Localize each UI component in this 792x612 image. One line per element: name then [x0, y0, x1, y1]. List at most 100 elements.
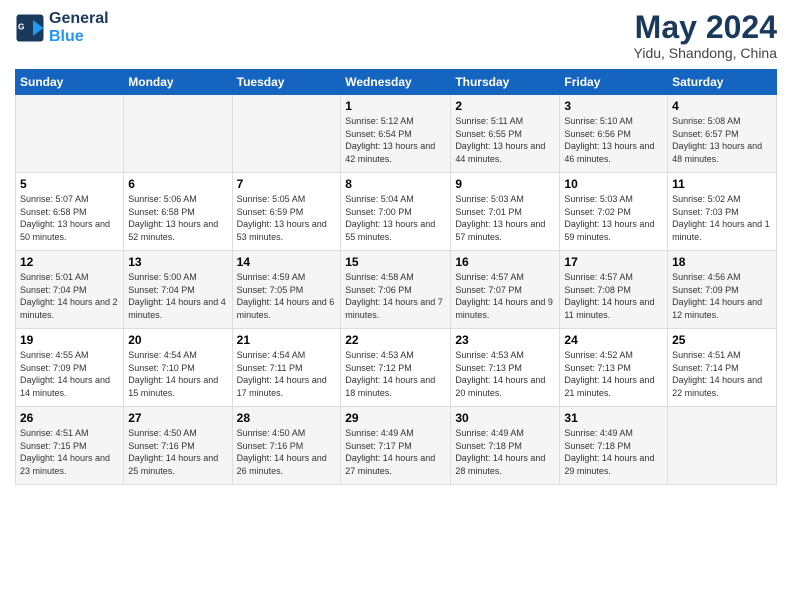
calendar-cell: 20 Sunrise: 4:54 AM Sunset: 7:10 PM Dayli…	[124, 329, 232, 407]
calendar-cell: 9Sunrise: 5:03 AM Sunset: 7:01 PM Daylig…	[451, 173, 560, 251]
calendar-cell: 6 Sunrise: 5:06 AM Sunset: 6:58 PM Daylig…	[124, 173, 232, 251]
calendar-cell: 18 Sunrise: 4:56 AM Sunset: 7:09 PM Dayli…	[668, 251, 777, 329]
calendar-cell: 26 Sunrise: 4:51 AM Sunset: 7:15 PM Dayli…	[16, 407, 124, 485]
day-info: Sunrise: 4:50 AM Sunset: 7:16 PM Dayligh…	[237, 427, 337, 477]
day-info: Sunrise: 4:53 AM Sunset: 7:12 PM Dayligh…	[345, 349, 446, 399]
calendar-cell: 31Sunrise: 4:49 AM Sunset: 7:18 PM Dayli…	[560, 407, 668, 485]
logo-text-line2: Blue	[49, 28, 109, 46]
calendar-cell	[232, 95, 341, 173]
logo: G General Blue	[15, 10, 109, 45]
calendar-cell: 23 Sunrise: 4:53 AM Sunset: 7:13 PM Dayli…	[451, 329, 560, 407]
day-info: Sunrise: 5:00 AM Sunset: 7:04 PM Dayligh…	[128, 271, 227, 321]
header-row: SundayMondayTuesdayWednesdayThursdayFrid…	[16, 70, 777, 95]
header-cell-sunday: Sunday	[16, 70, 124, 95]
day-info: Sunrise: 5:03 AM Sunset: 7:02 PM Dayligh…	[564, 193, 663, 243]
title-area: May 2024 Yidu, Shandong, China	[634, 10, 777, 61]
day-number: 22	[345, 333, 446, 347]
day-info: Sunrise: 5:04 AM Sunset: 7:00 PM Dayligh…	[345, 193, 446, 243]
day-info: Sunrise: 4:57 AM Sunset: 7:08 PM Dayligh…	[564, 271, 663, 321]
calendar-cell: 4Sunrise: 5:08 AM Sunset: 6:57 PM Daylig…	[668, 95, 777, 173]
day-number: 10	[564, 177, 663, 191]
day-info: Sunrise: 5:01 AM Sunset: 7:04 PM Dayligh…	[20, 271, 119, 321]
calendar-cell: 7Sunrise: 5:05 AM Sunset: 6:59 PM Daylig…	[232, 173, 341, 251]
logo-icon: G	[15, 13, 45, 43]
day-info: Sunrise: 5:02 AM Sunset: 7:03 PM Dayligh…	[672, 193, 772, 243]
day-number: 21	[237, 333, 337, 347]
calendar-cell: 25Sunrise: 4:51 AM Sunset: 7:14 PM Dayli…	[668, 329, 777, 407]
header-cell-monday: Monday	[124, 70, 232, 95]
day-number: 9	[455, 177, 555, 191]
day-number: 19	[20, 333, 119, 347]
day-info: Sunrise: 5:11 AM Sunset: 6:55 PM Dayligh…	[455, 115, 555, 165]
calendar-cell: 30Sunrise: 4:49 AM Sunset: 7:18 PM Dayli…	[451, 407, 560, 485]
day-number: 12	[20, 255, 119, 269]
day-info: Sunrise: 5:10 AM Sunset: 6:56 PM Dayligh…	[564, 115, 663, 165]
day-info: Sunrise: 4:49 AM Sunset: 7:18 PM Dayligh…	[455, 427, 555, 477]
calendar-cell: 10 Sunrise: 5:03 AM Sunset: 7:02 PM Dayli…	[560, 173, 668, 251]
week-row-0: 1 Sunrise: 5:12 AM Sunset: 6:54 PM Daylig…	[16, 95, 777, 173]
day-number: 6	[128, 177, 227, 191]
week-row-3: 19Sunrise: 4:55 AM Sunset: 7:09 PM Dayli…	[16, 329, 777, 407]
header: G General Blue May 2024 Yidu, Shandong, …	[15, 10, 777, 61]
header-cell-thursday: Thursday	[451, 70, 560, 95]
day-number: 5	[20, 177, 119, 191]
day-number: 17	[564, 255, 663, 269]
day-number: 14	[237, 255, 337, 269]
day-info: Sunrise: 4:51 AM Sunset: 7:14 PM Dayligh…	[672, 349, 772, 399]
calendar-cell: 15Sunrise: 4:58 AM Sunset: 7:06 PM Dayli…	[341, 251, 451, 329]
calendar-cell: 29Sunrise: 4:49 AM Sunset: 7:17 PM Dayli…	[341, 407, 451, 485]
day-info: Sunrise: 4:53 AM Sunset: 7:13 PM Dayligh…	[455, 349, 555, 399]
logo-text-line1: General	[49, 10, 109, 28]
calendar-cell: 28 Sunrise: 4:50 AM Sunset: 7:16 PM Dayli…	[232, 407, 341, 485]
day-info: Sunrise: 4:51 AM Sunset: 7:15 PM Dayligh…	[20, 427, 119, 477]
day-number: 20	[128, 333, 227, 347]
day-number: 4	[672, 99, 772, 113]
day-info: Sunrise: 5:12 AM Sunset: 6:54 PM Dayligh…	[345, 115, 446, 165]
day-info: Sunrise: 4:49 AM Sunset: 7:17 PM Dayligh…	[345, 427, 446, 477]
day-number: 18	[672, 255, 772, 269]
day-info: Sunrise: 4:54 AM Sunset: 7:11 PM Dayligh…	[237, 349, 337, 399]
header-cell-friday: Friday	[560, 70, 668, 95]
calendar-cell: 2Sunrise: 5:11 AM Sunset: 6:55 PM Daylig…	[451, 95, 560, 173]
calendar-body: 1 Sunrise: 5:12 AM Sunset: 6:54 PM Daylig…	[16, 95, 777, 485]
calendar-cell: 13 Sunrise: 5:00 AM Sunset: 7:04 PM Dayli…	[124, 251, 232, 329]
day-number: 26	[20, 411, 119, 425]
svg-text:G: G	[18, 22, 24, 31]
calendar-cell: 8Sunrise: 5:04 AM Sunset: 7:00 PM Daylig…	[341, 173, 451, 251]
header-cell-tuesday: Tuesday	[232, 70, 341, 95]
day-number: 1	[345, 99, 446, 113]
calendar-cell	[124, 95, 232, 173]
day-info: Sunrise: 5:07 AM Sunset: 6:58 PM Dayligh…	[20, 193, 119, 243]
month-title: May 2024	[634, 10, 777, 45]
day-number: 16	[455, 255, 555, 269]
day-number: 13	[128, 255, 227, 269]
day-number: 23	[455, 333, 555, 347]
day-info: Sunrise: 4:59 AM Sunset: 7:05 PM Dayligh…	[237, 271, 337, 321]
day-number: 11	[672, 177, 772, 191]
day-info: Sunrise: 4:50 AM Sunset: 7:16 PM Dayligh…	[128, 427, 227, 477]
week-row-4: 26 Sunrise: 4:51 AM Sunset: 7:15 PM Dayli…	[16, 407, 777, 485]
day-info: Sunrise: 5:05 AM Sunset: 6:59 PM Dayligh…	[237, 193, 337, 243]
calendar-cell: 24Sunrise: 4:52 AM Sunset: 7:13 PM Dayli…	[560, 329, 668, 407]
calendar-cell: 5 Sunrise: 5:07 AM Sunset: 6:58 PM Daylig…	[16, 173, 124, 251]
day-number: 15	[345, 255, 446, 269]
calendar-cell	[668, 407, 777, 485]
calendar-cell: 27 Sunrise: 4:50 AM Sunset: 7:16 PM Dayli…	[124, 407, 232, 485]
day-info: Sunrise: 4:57 AM Sunset: 7:07 PM Dayligh…	[455, 271, 555, 321]
day-info: Sunrise: 4:49 AM Sunset: 7:18 PM Dayligh…	[564, 427, 663, 477]
header-cell-saturday: Saturday	[668, 70, 777, 95]
day-number: 28	[237, 411, 337, 425]
day-info: Sunrise: 4:54 AM Sunset: 7:10 PM Dayligh…	[128, 349, 227, 399]
calendar-table: SundayMondayTuesdayWednesdayThursdayFrid…	[15, 69, 777, 485]
day-info: Sunrise: 4:56 AM Sunset: 7:09 PM Dayligh…	[672, 271, 772, 321]
header-cell-wednesday: Wednesday	[341, 70, 451, 95]
calendar-cell: 3Sunrise: 5:10 AM Sunset: 6:56 PM Daylig…	[560, 95, 668, 173]
location: Yidu, Shandong, China	[634, 45, 777, 61]
calendar-cell: 16 Sunrise: 4:57 AM Sunset: 7:07 PM Dayli…	[451, 251, 560, 329]
day-info: Sunrise: 5:06 AM Sunset: 6:58 PM Dayligh…	[128, 193, 227, 243]
week-row-2: 12 Sunrise: 5:01 AM Sunset: 7:04 PM Dayli…	[16, 251, 777, 329]
calendar-cell: 19Sunrise: 4:55 AM Sunset: 7:09 PM Dayli…	[16, 329, 124, 407]
day-info: Sunrise: 4:52 AM Sunset: 7:13 PM Dayligh…	[564, 349, 663, 399]
day-number: 27	[128, 411, 227, 425]
calendar-cell: 12 Sunrise: 5:01 AM Sunset: 7:04 PM Dayli…	[16, 251, 124, 329]
